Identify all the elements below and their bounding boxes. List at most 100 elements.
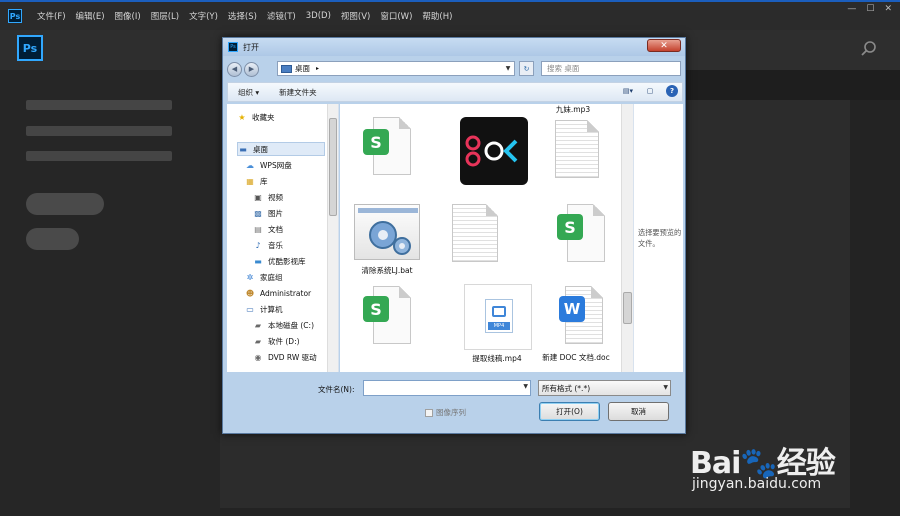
checkbox-box[interactable]: [425, 408, 433, 417]
file-item-mp4[interactable]: MP4 提取线稿.mp4: [439, 284, 532, 372]
file-type-select[interactable]: 所有格式 (*.*) ▼: [538, 380, 671, 396]
search-input[interactable]: 搜索 桌面: [541, 61, 681, 76]
menu-view[interactable]: 视图(V): [336, 10, 375, 22]
preview-pane-icon[interactable]: ▢: [644, 85, 656, 97]
image-sequence-checkbox[interactable]: 图像序列: [425, 407, 466, 418]
nav-item-homegroup[interactable]: ✲ 家庭组: [245, 270, 283, 284]
nav-item-documents[interactable]: ▤ 文档: [253, 222, 283, 236]
nav-item-pictures[interactable]: ▩ 图片: [253, 206, 283, 220]
desktop-icon: ▬: [239, 144, 247, 154]
file-list-scrollbar-thumb[interactable]: [623, 292, 632, 324]
breadcrumb-arrow-icon[interactable]: ▸: [316, 65, 319, 72]
desktop-icon: [281, 64, 292, 73]
nav-item-favorites[interactable]: ★ 收藏夹: [237, 110, 275, 124]
library-icon: ▦: [246, 176, 254, 186]
organize-button[interactable]: 组织 ▾: [228, 87, 269, 98]
address-row: ◀ ▶ 桌面 ▸ ▼ ↻ 搜索 桌面: [227, 59, 683, 79]
mp4-file-icon: MP4: [485, 299, 513, 333]
chevron-down-icon[interactable]: ▼: [523, 383, 528, 390]
sidebar-placeholder-bar: [26, 126, 172, 136]
video-file-thumbnail: MP4: [464, 284, 532, 350]
nav-label: 库: [260, 176, 268, 186]
nav-item-drive-c[interactable]: ▰ 本地磁盘 (C:): [253, 318, 314, 332]
computer-icon: ▭: [246, 304, 254, 314]
dvd-icon: ◉: [254, 352, 262, 362]
back-button[interactable]: ◀: [227, 61, 242, 77]
view-options-icon[interactable]: ▤▾: [622, 85, 634, 97]
file-list: S 九妹.mp3 清除系统LJ.bat S S MP4 提取线稿.mp4 W 新…: [340, 104, 622, 372]
menu-3d[interactable]: 3D(D): [301, 11, 336, 21]
nav-scrollbar-thumb[interactable]: [329, 118, 337, 216]
mp4-badge: MP4: [488, 322, 510, 330]
file-name: 清除系统LJ.bat: [361, 266, 413, 275]
disk-icon: ▰: [254, 320, 262, 330]
file-item-wps-sheet-3[interactable]: S: [345, 284, 425, 372]
nav-item-drive-d[interactable]: ▰ 软件 (D:): [253, 334, 300, 348]
address-dropdown-icon[interactable]: ▼: [502, 62, 514, 75]
nav-item-computer[interactable]: ▭ 计算机: [245, 302, 282, 316]
nav-label: 收藏夹: [252, 112, 275, 122]
dialog-close-button[interactable]: ✕: [647, 39, 681, 52]
nav-item-library[interactable]: ▦ 库: [245, 174, 268, 188]
menu-file[interactable]: 文件(F): [32, 10, 71, 22]
preview-pane: 选择要预览的文件。: [633, 104, 683, 372]
file-name: 提取线稿.mp4: [472, 354, 522, 363]
nav-item-wps-cloud[interactable]: ☁ WPS网盘: [245, 158, 292, 172]
search-icon[interactable]: [860, 40, 878, 58]
navigation-pane: ★ 收藏夹 ▬ 桌面 ☁ WPS网盘 ▦ 库 ▣ 视频 ▩ 图片 ▤ 文档 ♪: [227, 104, 339, 372]
nav-label: 家庭组: [260, 272, 283, 282]
file-item-doc[interactable]: W 新建 DOC 文档.doc: [533, 284, 613, 372]
close-window-button[interactable]: ✕: [884, 4, 892, 14]
open-button[interactable]: 打开(O): [539, 402, 600, 421]
nav-label: DVD RW 驱动: [268, 352, 317, 362]
menu-type[interactable]: 文字(Y): [184, 10, 223, 22]
forward-button[interactable]: ▶: [244, 61, 259, 77]
minimize-button[interactable]: —: [847, 4, 856, 14]
star-icon: ★: [238, 112, 246, 122]
nav-scrollbar[interactable]: [327, 104, 338, 372]
chevron-down-icon[interactable]: ▼: [663, 384, 668, 391]
wps-spreadsheet-icon: S: [363, 129, 389, 155]
nav-label: Administrator: [260, 288, 312, 298]
filename-input[interactable]: ▼: [363, 380, 531, 396]
file-item-wps-sheet[interactable]: S: [345, 104, 425, 184]
file-type-value: 所有格式 (*.*): [542, 383, 591, 393]
video-icon: ▣: [254, 192, 262, 202]
nav-label: WPS网盘: [260, 160, 292, 170]
menu-select[interactable]: 选择(S): [223, 10, 262, 22]
nav-label: 图片: [268, 208, 283, 218]
menu-window[interactable]: 窗口(W): [375, 10, 417, 22]
nav-label: 优酷影视库: [268, 256, 306, 266]
menu-layer[interactable]: 图层(L): [146, 10, 184, 22]
nav-label: 视频: [268, 192, 283, 202]
nav-item-youku[interactable]: ▬ 优酷影视库: [253, 254, 306, 268]
menu-image[interactable]: 图像(I): [110, 10, 146, 22]
file-item-blank[interactable]: [439, 200, 519, 280]
nav-item-dvd[interactable]: ◉ DVD RW 驱动: [253, 350, 317, 364]
homegroup-icon: ✲: [246, 272, 254, 282]
maximize-button[interactable]: ☐: [866, 4, 874, 14]
nav-item-desktop[interactable]: ▬ 桌面: [237, 142, 325, 156]
cancel-button[interactable]: 取消: [608, 402, 669, 421]
open-file-dialog: Ps 打开 ✕ ◀ ▶ 桌面 ▸ ▼ ↻ 搜索 桌面 组织 ▾ 新建文件夹 ▤▾…: [222, 37, 686, 434]
file-item-mp3[interactable]: 九妹.mp3: [533, 104, 613, 184]
file-list-scrollbar[interactable]: [621, 104, 633, 372]
new-folder-button[interactable]: 新建文件夹: [269, 87, 327, 98]
address-bar[interactable]: 桌面 ▸ ▼: [277, 61, 515, 76]
nav-item-music[interactable]: ♪ 音乐: [253, 238, 283, 252]
menu-edit[interactable]: 编辑(E): [71, 10, 110, 22]
file-item-video-app[interactable]: [439, 104, 528, 185]
file-item-bat[interactable]: 清除系统LJ.bat: [340, 200, 420, 280]
sidebar-placeholder-button: [26, 228, 79, 250]
folder-icon: ▬: [254, 256, 262, 266]
dialog-title: 打开: [243, 42, 259, 52]
refresh-button[interactable]: ↻: [519, 61, 534, 76]
sidebar-placeholder-bar: [26, 151, 172, 161]
help-icon[interactable]: ?: [666, 85, 678, 97]
nav-item-administrator[interactable]: ☻ Administrator: [245, 286, 311, 300]
ps-logo-icon: Ps: [228, 42, 238, 52]
menu-filter[interactable]: 滤镜(T): [262, 10, 301, 22]
file-item-wps-sheet-2[interactable]: S: [533, 200, 613, 280]
menu-help[interactable]: 帮助(H): [417, 10, 457, 22]
nav-item-videos[interactable]: ▣ 视频: [253, 190, 283, 204]
